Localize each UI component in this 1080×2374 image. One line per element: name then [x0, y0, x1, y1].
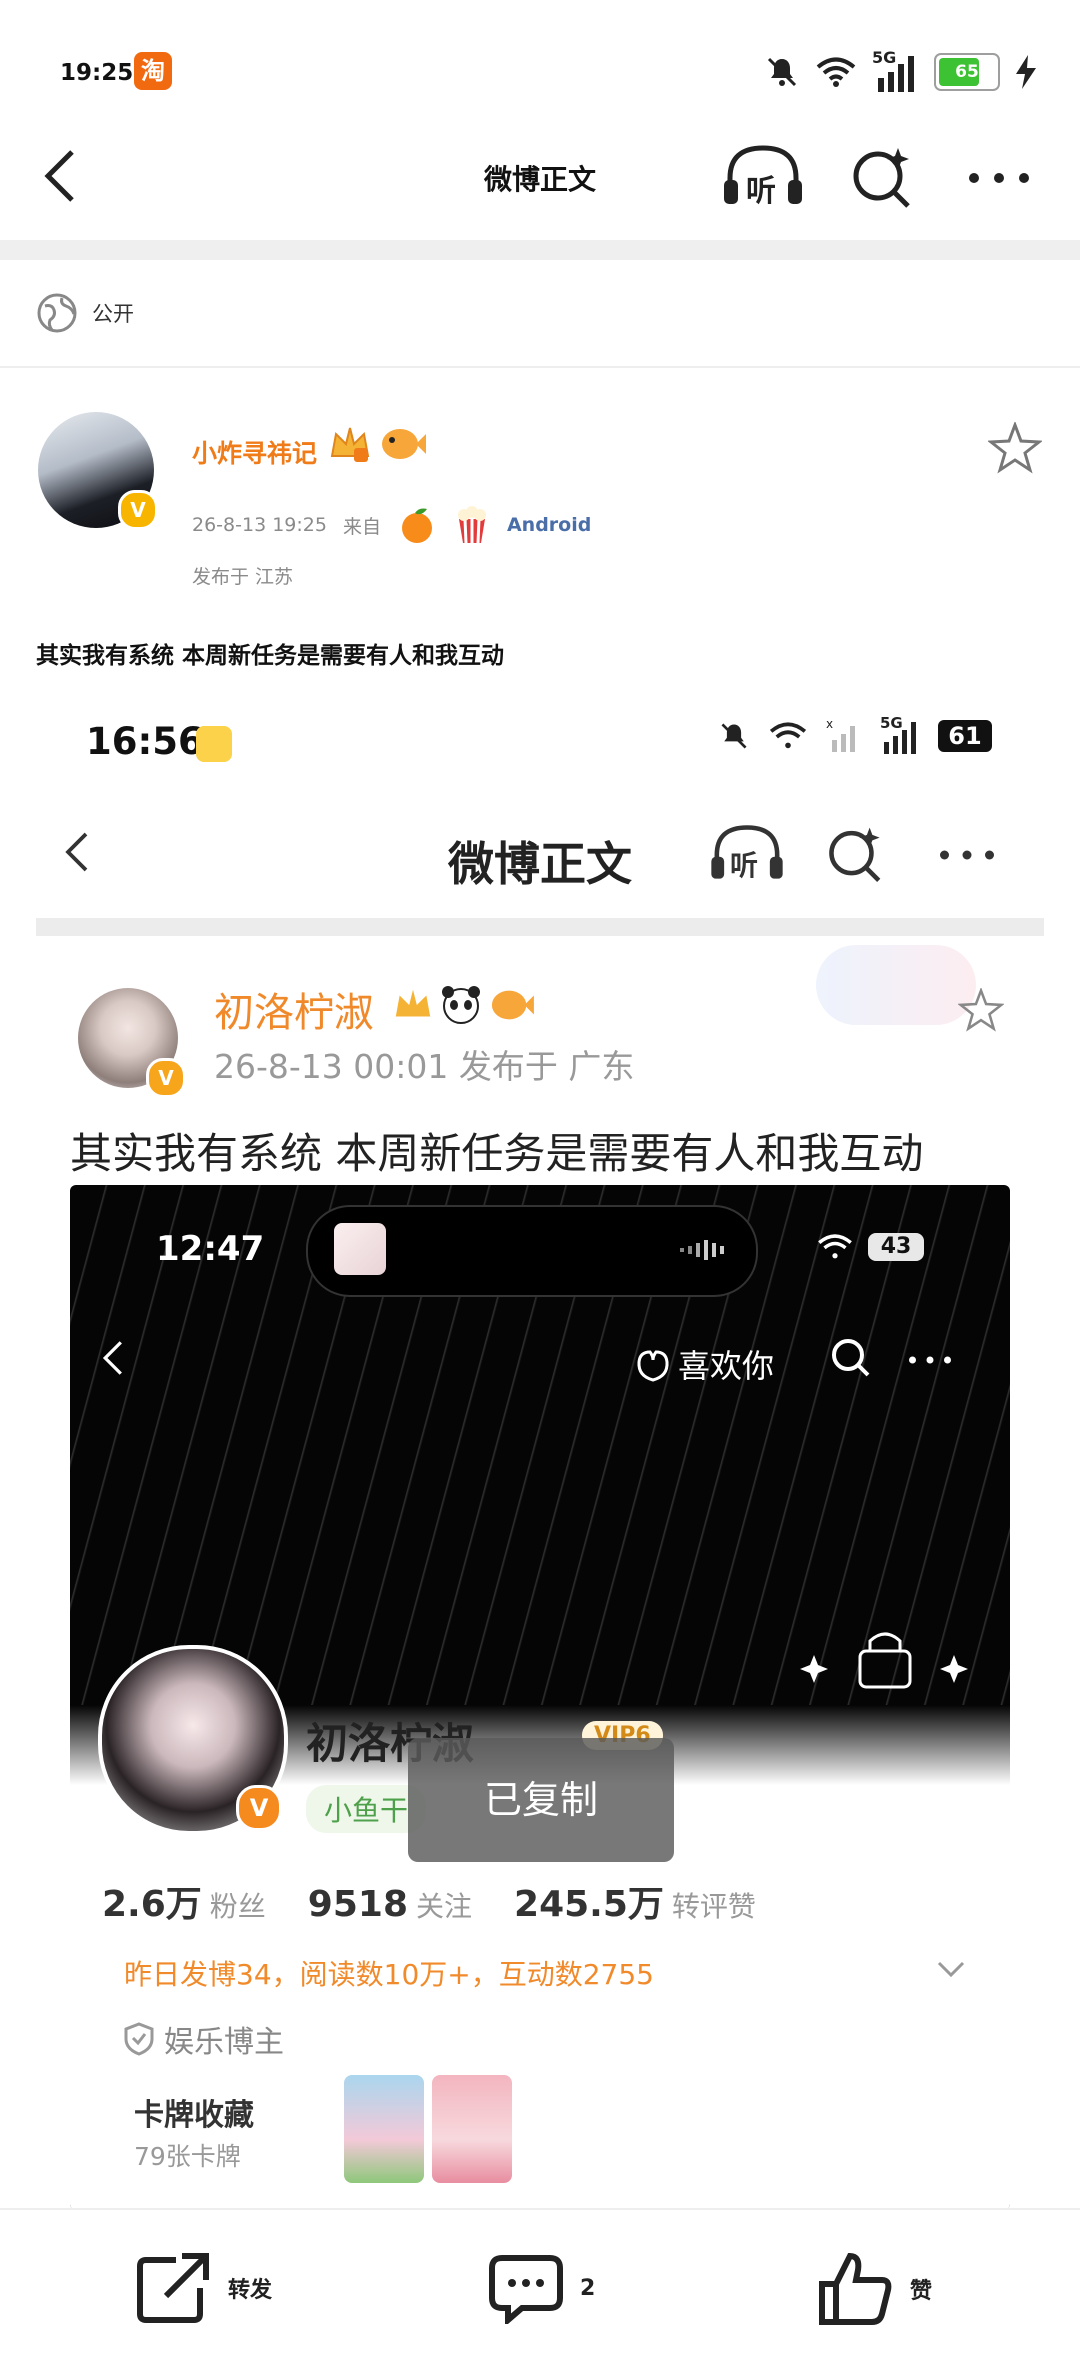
nested-status-time: 12:47 — [156, 1229, 265, 1269]
embedded-verified-badge: V — [146, 1058, 186, 1098]
verified-badge: V — [118, 490, 158, 530]
mute-icon — [721, 723, 747, 749]
embedded-divider — [36, 918, 1044, 936]
crown-badge-icon — [330, 427, 370, 462]
embedded-more-icon — [940, 850, 994, 860]
nested-verified-badge: V — [236, 1785, 282, 1831]
post-location: 发布于 江苏 — [192, 566, 294, 588]
waveform-icon — [680, 1240, 724, 1260]
ai-search-icon[interactable] — [850, 144, 916, 210]
embedded-post-meta: 26-8-13 00:01 发布于 广东 — [214, 1047, 635, 1086]
section-divider — [0, 366, 1080, 368]
wifi-icon — [816, 57, 856, 87]
collection-card — [432, 2075, 512, 2183]
source-platform[interactable]: Android — [507, 514, 591, 536]
panda-icon — [442, 986, 480, 1024]
battery-indicator: 65 — [934, 53, 1000, 91]
svg-text:x: x — [826, 718, 833, 731]
like-button[interactable]: 赞 — [818, 2252, 932, 2326]
profile-stats: 2.6万 粉丝 9518 关注 245.5万 转评赞 — [102, 1875, 756, 1927]
status-icons: 5G 65 — [764, 44, 1036, 100]
repost-button[interactable]: 转发 — [136, 2252, 272, 2324]
embedded-post-text: 其实我有系统 本周新任务是需要有人和我互动 — [70, 1129, 924, 1178]
like-you-label: 喜欢你 — [678, 1347, 775, 1385]
peach-icon — [637, 1350, 669, 1382]
stat-interactions: 245.5万 转评赞 — [514, 1884, 756, 1925]
page-title: 微博正文 — [483, 163, 596, 196]
post-meta: 26-8-13 19:25 来自 Android — [192, 505, 591, 545]
listen-icon-label: 听 — [746, 174, 776, 209]
weibo-app-icon — [196, 726, 232, 762]
visibility-label: 公开 — [92, 302, 134, 326]
post-text: 其实我有系统 本周新任务是需要有人和我互动 — [36, 643, 505, 669]
bottom-action-bar: 转发 2 赞 — [0, 2208, 1080, 2374]
embedded-status-time: 16:56 — [86, 720, 204, 763]
like-you-button: 喜欢你 — [636, 1341, 774, 1387]
embedded-page-title: 微博正文 — [448, 837, 632, 891]
lock-sticker-icon — [800, 1632, 968, 1689]
shield-icon — [124, 2022, 154, 2056]
embedded-listen-label: 听 — [730, 849, 759, 882]
author-name[interactable]: 小炸寻祎记 — [192, 434, 317, 470]
embedded-status-icons: x 5G 61 — [718, 714, 992, 754]
taobao-app-icon: 淘 — [134, 52, 172, 90]
more-icon[interactable] — [966, 168, 1032, 188]
embedded-network-type: 5G — [880, 714, 903, 732]
wifi-icon — [769, 722, 807, 749]
nav-divider — [0, 240, 1080, 260]
embedded-battery: 61 — [938, 720, 992, 752]
top-nav: 微博正文 听 — [0, 118, 1080, 240]
stat-following: 9518 关注 — [307, 1884, 473, 1925]
post-timestamp: 26-8-13 19:25 — [192, 514, 327, 536]
signal-off-icon: x — [826, 718, 855, 752]
nested-back-icon — [102, 1341, 122, 1375]
embedded-star-icon — [958, 988, 1004, 1032]
nested-more-icon — [909, 1356, 951, 1364]
listen-icon[interactable]: 听 — [722, 142, 804, 212]
comment-count: 2 — [580, 2275, 596, 2301]
signal-icon: 5G — [880, 714, 920, 754]
nested-search-icon — [832, 1339, 870, 1377]
source-prefix: 来自 — [342, 515, 381, 538]
like-label: 赞 — [910, 2279, 933, 2304]
card-collection-count: 79张卡牌 — [134, 2142, 241, 2171]
orange-emoji-icon — [401, 508, 432, 543]
comment-icon — [489, 2255, 563, 2324]
card-collection-title: 卡牌收藏 — [134, 2098, 254, 2133]
globe-icon — [37, 293, 77, 333]
signal-icon: 5G — [872, 48, 918, 92]
fish-badge-icon — [491, 990, 534, 1020]
daily-summary: 昨日发博34，阅读数10万+，互动数2755 — [124, 1958, 654, 1991]
favorite-star-icon[interactable] — [988, 422, 1042, 474]
repost-label: 转发 — [228, 2278, 273, 2303]
sticker-decoration — [816, 945, 976, 1025]
embedded-author-name: 初洛柠淑 — [214, 990, 374, 1036]
entertainment-blogger-row: 娱乐博主 — [124, 2017, 284, 2061]
music-cover-thumbnail — [334, 1223, 386, 1275]
nested-profile-screenshot: 12:47 43 喜欢你 V 初洛柠淑 VIP6 小鱼干 2.6万 粉丝 9518… — [70, 1185, 1010, 2210]
visibility-row: 公开 — [36, 292, 134, 334]
entertainment-label: 娱乐博主 — [164, 2025, 284, 2060]
nested-status-icons: 43 — [816, 1233, 924, 1261]
embedded-ai-search-icon — [829, 827, 881, 882]
thumbs-up-icon — [819, 2252, 892, 2325]
copied-toast: 已复制 — [408, 1738, 674, 1862]
comment-button[interactable]: 2 — [488, 2252, 595, 2324]
popcorn-icon — [457, 506, 486, 544]
post-image[interactable]: 16:56 x 5G 61 微博正文 听 V 初洛柠淑 26-8-13 00:0… — [36, 690, 1044, 2210]
nested-battery: 43 — [868, 1233, 924, 1261]
wifi-icon — [818, 1234, 852, 1259]
embedded-listen-icon: 听 — [708, 822, 786, 886]
collection-card — [344, 2075, 424, 2183]
status-time: 19:25 — [60, 60, 134, 86]
fish-badge-icon — [382, 429, 426, 459]
stat-followers: 2.6万 粉丝 — [102, 1884, 266, 1925]
chevron-down-icon — [937, 1961, 965, 1978]
charging-icon — [1016, 55, 1036, 89]
mute-icon — [767, 57, 797, 87]
crown-badge-icon — [395, 989, 431, 1017]
share-icon — [137, 2253, 209, 2323]
network-type: 5G — [872, 48, 897, 67]
